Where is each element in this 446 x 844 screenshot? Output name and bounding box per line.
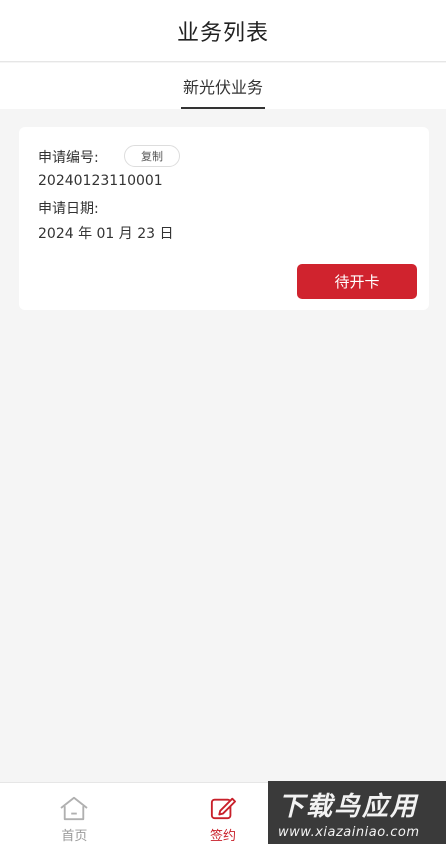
application-number-value: 20240123110001 xyxy=(38,173,163,189)
watermark-logo: 下载鸟应用 www.xiazainiao.com xyxy=(268,781,446,844)
business-card[interactable]: 申请编号: 复制 20240123110001 申请日期: 2024 年 01 … xyxy=(19,127,429,310)
application-date-value: 2024 年 01 月 23 日 xyxy=(38,226,174,242)
tab-new-pv-business[interactable]: 新光伏业务 xyxy=(180,63,265,109)
tabbar-item-home[interactable]: 首页 xyxy=(0,783,149,844)
tab-label: 新光伏业务 xyxy=(182,78,263,97)
application-date-label: 申请日期: xyxy=(38,201,99,217)
status-button[interactable]: 待开卡 xyxy=(297,264,417,299)
copy-button[interactable]: 复制 xyxy=(124,145,180,167)
tab-active-indicator xyxy=(180,107,265,109)
edit-icon xyxy=(210,797,236,820)
tab-bar-top: 新光伏业务 xyxy=(0,63,446,109)
page-title: 业务列表 xyxy=(176,20,269,46)
watermark-title: 下载鸟应用 xyxy=(278,791,419,822)
tabbar-label-sign: 签约 xyxy=(210,829,237,844)
app-header: 业务列表 xyxy=(0,0,446,62)
home-icon xyxy=(60,796,88,821)
watermark-url: www.xiazainiao.com xyxy=(278,824,420,840)
tabbar-label-home: 首页 xyxy=(61,829,88,844)
application-number-label: 申请编号: xyxy=(38,150,99,166)
